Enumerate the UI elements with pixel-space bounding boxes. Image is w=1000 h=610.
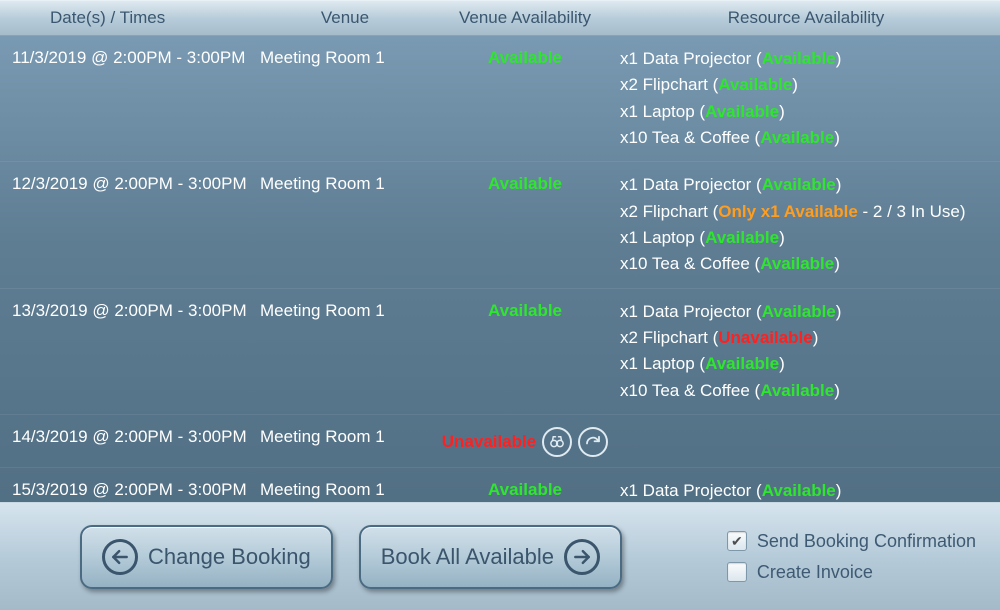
- cell-venue: Meeting Room 1: [260, 44, 430, 68]
- send-confirmation-checkbox[interactable]: Send Booking Confirmation: [727, 531, 976, 552]
- resource-line: x1 Data Projector (Available): [620, 46, 992, 72]
- cell-resource-availability: x1 Data Projector (Available)x2 Flipchar…: [620, 44, 1000, 151]
- resource-status: Unavailable: [718, 328, 813, 347]
- resource-status: Available: [762, 175, 836, 194]
- book-all-available-button[interactable]: Book All Available: [359, 525, 622, 589]
- venue-status: Available: [488, 48, 562, 68]
- cell-date: 11/3/2019 @ 2:00PM - 3:00PM: [0, 44, 260, 68]
- booking-availability-screen: Date(s) / Times Venue Venue Availability…: [0, 0, 1000, 610]
- cell-venue-availability: Available: [430, 170, 620, 194]
- resource-status: Available: [760, 254, 834, 273]
- resource-line: x1 Data Projector (Available): [620, 172, 992, 198]
- checkbox-icon: [727, 531, 747, 551]
- resource-status: Only x1 Available: [718, 202, 858, 221]
- header-date: Date(s) / Times: [0, 8, 260, 28]
- table-row: 11/3/2019 @ 2:00PM - 3:00PMMeeting Room …: [0, 36, 1000, 161]
- table-header: Date(s) / Times Venue Venue Availability…: [0, 0, 1000, 36]
- cell-date: 15/3/2019 @ 2:00PM - 3:00PM: [0, 476, 260, 500]
- table-row: 12/3/2019 @ 2:00PM - 3:00PMMeeting Room …: [0, 161, 1000, 287]
- venue-status: Available: [488, 480, 562, 500]
- resource-line: x2 Flipchart (Available): [620, 72, 992, 98]
- cell-venue-availability: Available: [430, 297, 620, 321]
- resource-line: x1 Laptop (Available): [620, 225, 992, 251]
- cell-venue: Meeting Room 1: [260, 423, 430, 447]
- cell-venue-availability: Available: [430, 476, 620, 500]
- resource-line: x10 Tea & Coffee (Available): [620, 378, 992, 404]
- venue-status: Unavailable: [442, 432, 537, 452]
- footer-options: Send Booking Confirmation Create Invoice: [727, 531, 976, 583]
- header-resource-avail: Resource Availability: [620, 8, 1000, 28]
- cell-resource-availability: [620, 423, 1000, 425]
- venue-status: Available: [488, 301, 562, 321]
- resource-line: x10 Tea & Coffee (Available): [620, 251, 992, 277]
- resource-line: x1 Laptop (Available): [620, 99, 992, 125]
- cell-venue: Meeting Room 1: [260, 476, 430, 500]
- table-row: 15/3/2019 @ 2:00PM - 3:00PMMeeting Room …: [0, 467, 1000, 502]
- resource-status: Available: [760, 381, 834, 400]
- resource-line: x1 Data Projector (Available): [620, 299, 992, 325]
- resource-status: Available: [762, 481, 836, 500]
- skip-forward-icon[interactable]: [578, 427, 608, 457]
- binoculars-icon[interactable]: [542, 427, 572, 457]
- resource-line: x10 Tea & Coffee (Available): [620, 125, 992, 151]
- resource-status: Available: [705, 102, 779, 121]
- header-venue: Venue: [260, 8, 430, 28]
- cell-date: 14/3/2019 @ 2:00PM - 3:00PM: [0, 423, 260, 447]
- cell-resource-availability: x1 Data Projector (Available)x2 Flipchar…: [620, 297, 1000, 404]
- create-invoice-checkbox[interactable]: Create Invoice: [727, 562, 976, 583]
- cell-venue-availability: Available: [430, 44, 620, 68]
- checkbox-icon: [727, 562, 747, 582]
- arrow-right-icon: [564, 539, 600, 575]
- cell-resource-availability: x1 Data Projector (Available)x2 Flipchar…: [620, 476, 1000, 502]
- resource-line: x1 Laptop (Available): [620, 351, 992, 377]
- table-row: 13/3/2019 @ 2:00PM - 3:00PMMeeting Room …: [0, 288, 1000, 414]
- book-all-label: Book All Available: [381, 544, 554, 570]
- change-booking-label: Change Booking: [148, 544, 311, 570]
- cell-date: 13/3/2019 @ 2:00PM - 3:00PM: [0, 297, 260, 321]
- resource-status: Available: [705, 354, 779, 373]
- resource-status: Available: [762, 302, 836, 321]
- cell-resource-availability: x1 Data Projector (Available)x2 Flipchar…: [620, 170, 1000, 277]
- cell-venue: Meeting Room 1: [260, 170, 430, 194]
- cell-venue: Meeting Room 1: [260, 297, 430, 321]
- table-row: 14/3/2019 @ 2:00PM - 3:00PMMeeting Room …: [0, 414, 1000, 467]
- resource-line: x2 Flipchart (Unavailable): [620, 325, 992, 351]
- venue-status: Available: [488, 174, 562, 194]
- change-booking-button[interactable]: Change Booking: [80, 525, 333, 589]
- arrow-left-icon: [102, 539, 138, 575]
- header-venue-avail: Venue Availability: [430, 8, 620, 28]
- create-invoice-label: Create Invoice: [757, 562, 873, 583]
- footer-bar: Change Booking Book All Available Send B…: [0, 502, 1000, 610]
- resource-status: Available: [762, 49, 836, 68]
- cell-date: 12/3/2019 @ 2:00PM - 3:00PM: [0, 170, 260, 194]
- resource-status: Available: [718, 75, 792, 94]
- resource-line: x1 Data Projector (Available): [620, 478, 992, 502]
- send-confirmation-label: Send Booking Confirmation: [757, 531, 976, 552]
- resource-line: x2 Flipchart (Only x1 Available - 2 / 3 …: [620, 199, 992, 225]
- cell-venue-availability: Unavailable: [430, 423, 620, 457]
- resource-status: Available: [760, 128, 834, 147]
- resource-status: Available: [705, 228, 779, 247]
- table-body: 11/3/2019 @ 2:00PM - 3:00PMMeeting Room …: [0, 36, 1000, 502]
